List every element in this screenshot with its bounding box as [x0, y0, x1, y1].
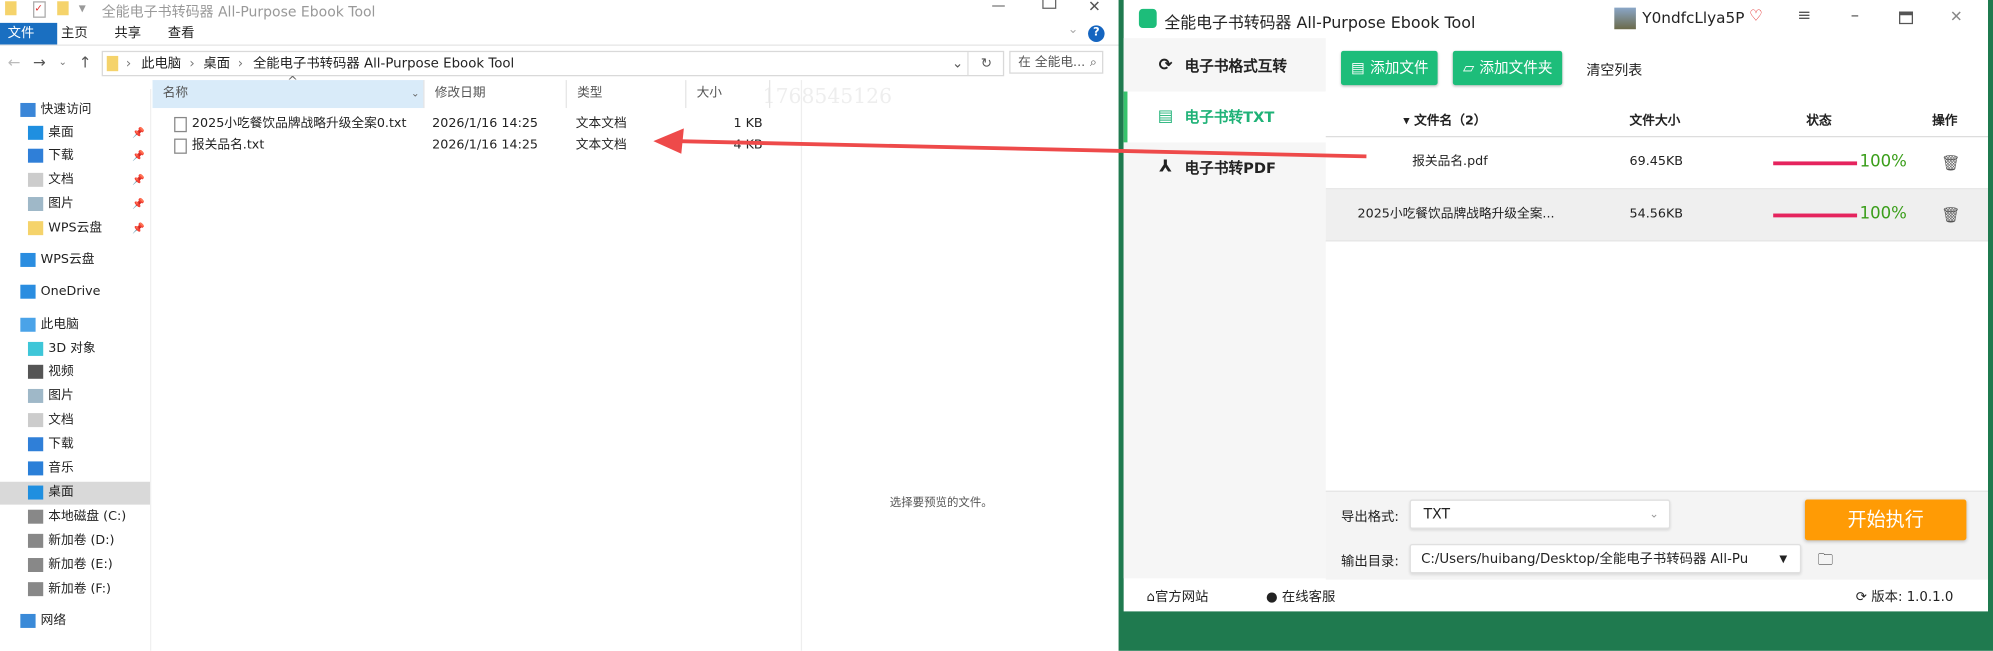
arrow-line	[673, 139, 1367, 159]
arrow-head	[653, 128, 684, 154]
annotation-arrow	[653, 128, 1367, 159]
